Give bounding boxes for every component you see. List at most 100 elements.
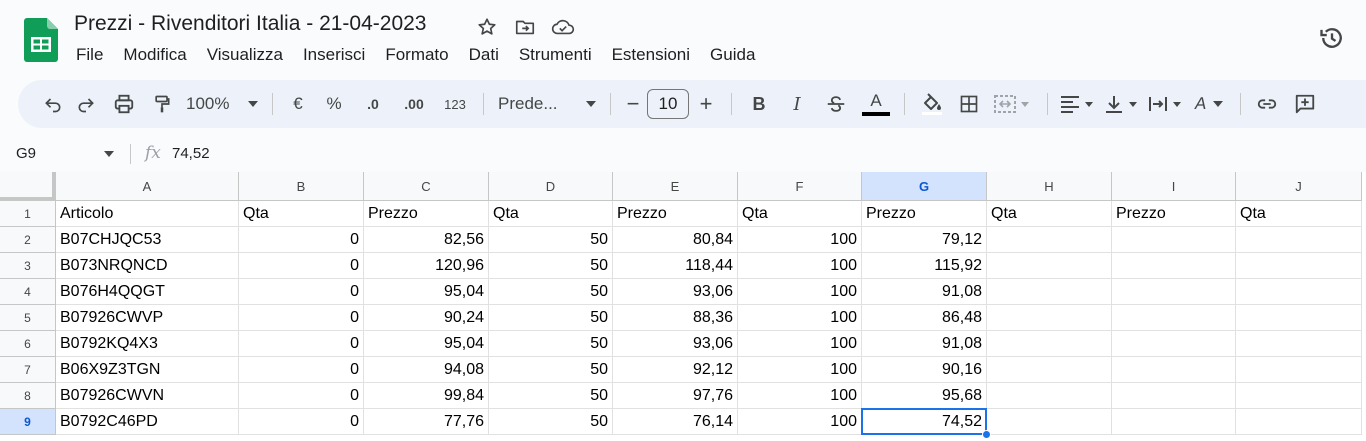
column-header-a[interactable]: A (56, 172, 239, 201)
cell-b9[interactable]: 0 (239, 409, 364, 435)
cell-a9[interactable]: B0792C46PD (56, 409, 239, 435)
column-header-d[interactable]: D (489, 172, 613, 201)
undo-icon[interactable] (38, 88, 68, 120)
cell-a6[interactable]: B0792KQ4X3 (56, 331, 239, 357)
cell-a4[interactable]: B076H4QQGT (56, 279, 239, 305)
cell-a3[interactable]: B073NRQNCD (56, 253, 239, 279)
row-header[interactable]: 5 (0, 305, 56, 331)
cell-h2[interactable] (987, 227, 1112, 253)
cell-j2[interactable] (1236, 227, 1362, 253)
column-header-i[interactable]: I (1112, 172, 1236, 201)
cell-g5[interactable]: 86,48 (862, 305, 987, 331)
spreadsheet-grid[interactable]: A B C D E F G H I J 1 Articolo Qta Prezzo Qta Prezzo Qta… (0, 172, 1366, 441)
column-header-h[interactable]: H (987, 172, 1112, 201)
cell-h9[interactable] (987, 409, 1112, 435)
cell-g4[interactable]: 91,08 (862, 279, 987, 305)
cell-i2[interactable] (1112, 227, 1236, 253)
select-all-corner[interactable] (0, 172, 56, 201)
cell-e5[interactable]: 88,36 (613, 305, 738, 331)
cell-j6[interactable] (1236, 331, 1362, 357)
cell-h5[interactable] (987, 305, 1112, 331)
cell-h1[interactable]: Qta (987, 201, 1112, 227)
menu-modifica[interactable]: Modifica (113, 44, 196, 66)
font-size-input[interactable]: 10 (647, 89, 689, 119)
cell-d3[interactable]: 50 (489, 253, 613, 279)
version-history-icon[interactable] (1316, 22, 1348, 54)
cell-f7[interactable]: 100 (738, 357, 862, 383)
row-header[interactable]: 4 (0, 279, 56, 305)
row-header[interactable]: 3 (0, 253, 56, 279)
cell-i9[interactable] (1112, 409, 1236, 435)
cloud-saved-icon[interactable] (550, 14, 576, 40)
italic-button[interactable]: I (778, 88, 816, 120)
cell-b4[interactable]: 0 (239, 279, 364, 305)
cell-d1[interactable]: Qta (489, 201, 613, 227)
cell-j1[interactable]: Qta (1236, 201, 1362, 227)
cell-d7[interactable]: 50 (489, 357, 613, 383)
menu-estensioni[interactable]: Estensioni (602, 44, 700, 66)
zoom-select[interactable]: 100% (180, 88, 264, 120)
cell-i4[interactable] (1112, 279, 1236, 305)
cell-b2[interactable]: 0 (239, 227, 364, 253)
sheets-logo-icon[interactable] (24, 18, 58, 62)
font-select[interactable]: Prede... (492, 88, 602, 120)
strikethrough-icon[interactable] (816, 88, 856, 120)
cell-d2[interactable]: 50 (489, 227, 613, 253)
borders-icon[interactable] (951, 88, 987, 120)
cell-g6[interactable]: 91,08 (862, 331, 987, 357)
cell-a7[interactable]: B06X9Z3TGN (56, 357, 239, 383)
cell-c7[interactable]: 94,08 (364, 357, 489, 383)
cell-g3[interactable]: 115,92 (862, 253, 987, 279)
fill-color-icon[interactable] (913, 88, 951, 120)
cell-b6[interactable]: 0 (239, 331, 364, 357)
cell-f5[interactable]: 100 (738, 305, 862, 331)
row-header[interactable]: 1 (0, 201, 56, 227)
cell-j3[interactable] (1236, 253, 1362, 279)
cell-f9[interactable]: 100 (738, 409, 862, 435)
column-header-g[interactable]: G (862, 172, 987, 201)
document-title[interactable]: Prezzi - Rivenditori Italia - 21-04-2023 (74, 12, 427, 36)
menu-formato[interactable]: Formato (375, 44, 458, 66)
cell-h4[interactable] (987, 279, 1112, 305)
cell-d5[interactable]: 50 (489, 305, 613, 331)
star-icon[interactable] (474, 14, 500, 40)
move-folder-icon[interactable] (512, 14, 538, 40)
vertical-align-icon[interactable] (1100, 88, 1144, 120)
cell-f8[interactable]: 100 (738, 383, 862, 409)
cell-c4[interactable]: 95,04 (364, 279, 489, 305)
cell-c1[interactable]: Prezzo (364, 201, 489, 227)
cell-f1[interactable]: Qta (738, 201, 862, 227)
cell-j4[interactable] (1236, 279, 1362, 305)
cell-a2[interactable]: B07CHJQC53 (56, 227, 239, 253)
cell-i7[interactable] (1112, 357, 1236, 383)
cell-h6[interactable] (987, 331, 1112, 357)
menu-visualizza[interactable]: Visualizza (197, 44, 293, 66)
cell-e6[interactable]: 93,06 (613, 331, 738, 357)
row-header[interactable]: 9 (0, 409, 56, 435)
menu-strumenti[interactable]: Strumenti (509, 44, 602, 66)
cell-j5[interactable] (1236, 305, 1362, 331)
cell-c2[interactable]: 82,56 (364, 227, 489, 253)
menu-dati[interactable]: Dati (459, 44, 509, 66)
cell-f2[interactable]: 100 (738, 227, 862, 253)
row-header[interactable]: 7 (0, 357, 56, 383)
cell-i6[interactable] (1112, 331, 1236, 357)
cell-b7[interactable]: 0 (239, 357, 364, 383)
cell-j8[interactable] (1236, 383, 1362, 409)
cell-g2[interactable]: 79,12 (862, 227, 987, 253)
cell-i3[interactable] (1112, 253, 1236, 279)
cell-e3[interactable]: 118,44 (613, 253, 738, 279)
row-header[interactable]: 2 (0, 227, 56, 253)
cell-j9[interactable] (1236, 409, 1362, 435)
row-header[interactable]: 6 (0, 331, 56, 357)
decrease-decimals-button[interactable]: .0 (353, 88, 393, 120)
fill-handle[interactable] (982, 430, 991, 439)
insert-comment-icon[interactable] (1285, 88, 1325, 120)
cell-e2[interactable]: 80,84 (613, 227, 738, 253)
cell-g8[interactable]: 95,68 (862, 383, 987, 409)
chevron-down-icon[interactable] (104, 151, 114, 157)
column-header-f[interactable]: F (738, 172, 862, 201)
cell-h8[interactable] (987, 383, 1112, 409)
cell-e8[interactable]: 97,76 (613, 383, 738, 409)
cell-a8[interactable]: B07926CWVN (56, 383, 239, 409)
